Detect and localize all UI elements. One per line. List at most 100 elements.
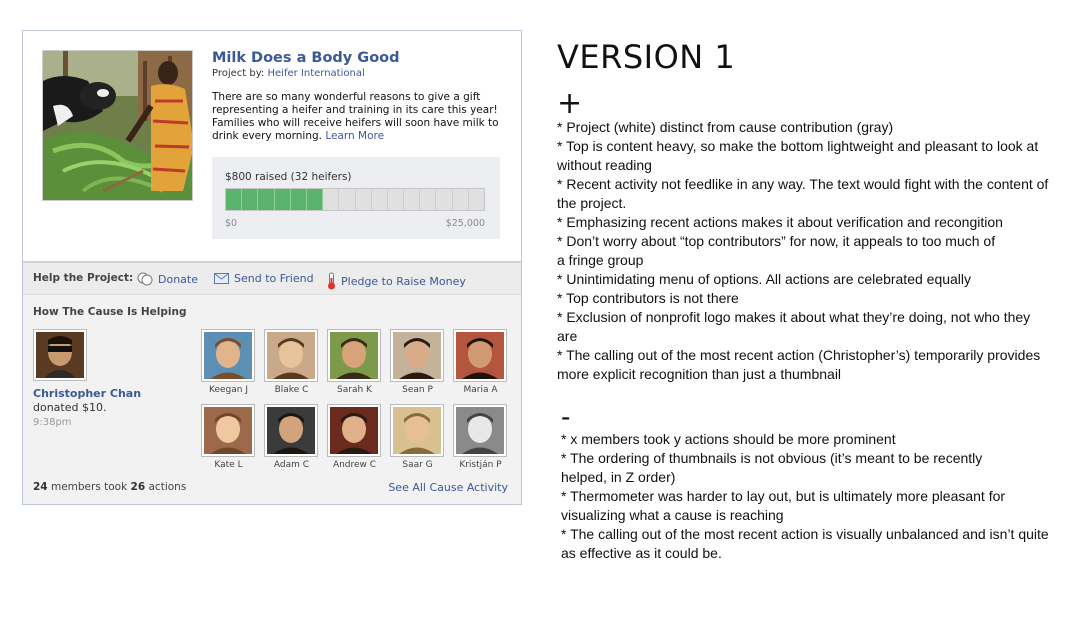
- progress-segment: [420, 189, 437, 210]
- member-thumbnail[interactable]: Saar G: [390, 404, 445, 470]
- member-name: Kate L: [214, 460, 243, 470]
- progress-segment: [453, 189, 469, 210]
- minus-sign: -: [561, 401, 571, 432]
- thermometer: $800 raised (32 heifers) $0 $25,000: [212, 157, 500, 239]
- progress-segment: [323, 189, 340, 210]
- note-line: * The calling out of the most recent act…: [561, 526, 1049, 542]
- member-thumbnail[interactable]: Blake C: [264, 329, 319, 395]
- help-project-label: Help the Project:: [33, 272, 134, 284]
- progress-segment: [404, 189, 421, 210]
- cause-widget: Milk Does a Body Good Project by: Heifer…: [22, 30, 522, 505]
- note-line: * x members took y actions should be mor…: [561, 431, 896, 447]
- send-to-friend-label: Send to Friend: [234, 272, 314, 285]
- note-line: * Exclusion of nonprofit logo makes it a…: [557, 309, 1031, 325]
- member-name: Saar G: [402, 460, 433, 470]
- raised-amount: $800 raised (32 heifers): [225, 171, 352, 183]
- action-bar: Help the Project: Donate Send to Friend …: [23, 261, 521, 295]
- thermometer-icon: [327, 272, 336, 290]
- project-byline: Project by: Heifer International: [212, 68, 365, 79]
- send-to-friend-button[interactable]: Send to Friend: [214, 272, 314, 285]
- activity-stats: 24 members took 26 actions: [33, 481, 186, 493]
- member-thumbnail[interactable]: Kate L: [201, 404, 256, 470]
- project-description: There are so many wonderful reasons to g…: [212, 91, 504, 143]
- donate-button[interactable]: Donate: [137, 272, 198, 286]
- design-notes: VERSION 1 + * Project (white) distinct f…: [557, 38, 1067, 563]
- note-line: * Emphasizing recent actions makes it ab…: [557, 214, 1003, 230]
- note-line: more explicit recognition than just a th…: [557, 366, 842, 382]
- member-thumbnail[interactable]: Sean P: [390, 329, 445, 395]
- progress-min-label: $0: [225, 218, 238, 229]
- project-title[interactable]: Milk Does a Body Good: [212, 50, 400, 66]
- member-name: Blake C: [274, 385, 309, 395]
- note-line: without reading: [557, 157, 652, 173]
- member-photo[interactable]: [201, 329, 255, 382]
- project-org-link[interactable]: Heifer International: [268, 68, 365, 79]
- progress-segment: [436, 189, 453, 210]
- progress-segment: [372, 189, 388, 210]
- see-all-activity-link[interactable]: See All Cause Activity: [388, 481, 508, 494]
- member-name: Sean P: [402, 385, 433, 395]
- recent-donor-avatar[interactable]: [33, 329, 87, 381]
- members-count: 24: [33, 481, 48, 493]
- note-line: are: [557, 328, 578, 344]
- actions-count: 26: [130, 481, 146, 493]
- member-thumbnail[interactable]: Adam C: [264, 404, 319, 470]
- note-line: * Don’t worry about “top contributors” f…: [557, 233, 996, 249]
- member-name: Maria A: [463, 385, 498, 395]
- learn-more-link[interactable]: Learn More: [325, 130, 384, 142]
- plus-sign: +: [557, 86, 583, 121]
- cause-activity-section: How The Cause Is Helping Christopher Cha…: [23, 295, 521, 504]
- note-line: * Top is content heavy, so make the bott…: [557, 138, 1039, 154]
- member-photo[interactable]: [201, 404, 255, 457]
- note-line: * The ordering of thumbnails is not obvi…: [561, 450, 983, 466]
- note-line: helped, in Z order): [561, 469, 676, 485]
- member-photo[interactable]: [327, 329, 381, 382]
- member-name: Andrew C: [332, 460, 377, 470]
- note-line: * Recent activity not feedlike in any wa…: [557, 176, 1049, 192]
- version-title: VERSION 1: [557, 38, 736, 76]
- note-line: * Unintimidating menu of options. All ac…: [557, 271, 972, 287]
- member-photo[interactable]: [390, 404, 444, 457]
- progress-segment: [388, 189, 405, 210]
- member-thumbnail[interactable]: Andrew C: [327, 404, 382, 470]
- project-section: Milk Does a Body Good Project by: Heifer…: [23, 31, 521, 261]
- note-line: as effective as it could be.: [561, 545, 722, 561]
- pledge-button[interactable]: Pledge to Raise Money: [327, 272, 466, 290]
- note-line: * Top contributors is not there: [557, 290, 739, 306]
- member-photo[interactable]: [264, 404, 318, 457]
- progress-segment: [242, 189, 259, 210]
- project-by-label: Project by:: [212, 68, 265, 79]
- progress-segment: [356, 189, 372, 210]
- progress-bar: [225, 188, 485, 211]
- stats-middle-text: members took: [50, 481, 128, 493]
- progress-segment: [469, 189, 484, 210]
- progress-segment: [274, 189, 291, 210]
- progress-segment: [290, 189, 307, 210]
- member-thumbnail[interactable]: Kristján P: [453, 404, 508, 470]
- member-photo[interactable]: [327, 404, 381, 457]
- cons-list: * x members took y actions should be mor…: [561, 430, 1067, 563]
- member-thumbnail[interactable]: Keegan J: [201, 329, 256, 395]
- progress-segment: [258, 189, 275, 210]
- recent-donor-time: 9:38pm: [33, 417, 72, 428]
- progress-segment: [226, 189, 243, 210]
- member-photo[interactable]: [453, 329, 507, 382]
- envelope-icon: [214, 273, 229, 284]
- member-photo[interactable]: [264, 329, 318, 382]
- member-thumbnail[interactable]: Maria A: [453, 329, 508, 395]
- recent-donor-name[interactable]: Christopher Chan: [33, 387, 141, 400]
- section-title: How The Cause Is Helping: [33, 306, 187, 318]
- recent-donor-action: donated $10.: [33, 401, 107, 414]
- progress-segment: [306, 189, 324, 210]
- member-photo[interactable]: [390, 329, 444, 382]
- note-line: the project.: [557, 195, 627, 211]
- member-thumbnail[interactable]: Sarah K: [327, 329, 382, 395]
- member-photo[interactable]: [453, 404, 507, 457]
- pledge-label: Pledge to Raise Money: [341, 274, 466, 288]
- member-name: Kristján P: [459, 460, 502, 470]
- pros-list: * Project (white) distinct from cause co…: [557, 118, 1067, 384]
- member-name: Adam C: [273, 460, 310, 470]
- project-photo[interactable]: [42, 50, 193, 201]
- note-line: a fringe group: [557, 252, 644, 268]
- member-name: Keegan J: [209, 385, 248, 395]
